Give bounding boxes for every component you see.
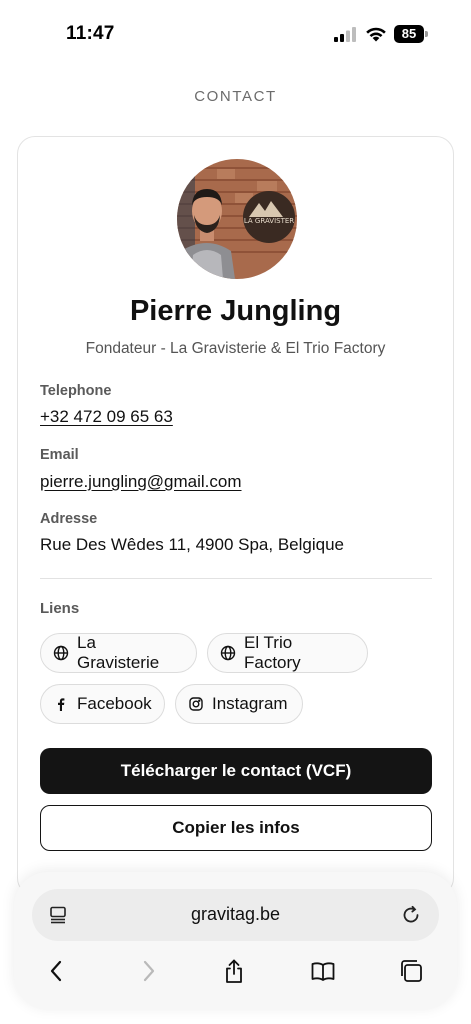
contact-name: Pierre Jungling (129, 295, 342, 327)
instagram-icon (188, 696, 204, 712)
globe-icon (220, 645, 236, 661)
link-label: Facebook (77, 694, 152, 713)
download-vcf-button[interactable]: Télécharger le contact (VCF) (40, 748, 432, 794)
browser-toolbar: gravitag.be (14, 872, 457, 1010)
page-title: CONTACT (194, 88, 277, 105)
back-icon[interactable] (44, 958, 70, 984)
link-instagram[interactable]: Instagram (175, 684, 303, 724)
battery-level: 85 (401, 26, 417, 41)
battery-icon: 85 (394, 25, 428, 43)
contact-card: LA GRAVISTER Pierre Jungling Fondateur -… (17, 136, 454, 896)
facebook-icon (53, 696, 69, 712)
address-value: Rue Des Wêdes 11, 4900 Spa, Belgique (40, 535, 344, 554)
sign-text: LA GRAVISTER (244, 217, 294, 225)
url-text: gravitag.be (190, 904, 281, 924)
email-link[interactable]: pierre.jungling@gmail.com (40, 472, 242, 492)
link-facebook[interactable]: Facebook (40, 684, 165, 724)
globe-icon (53, 645, 69, 661)
status-bar: 11:47 85 (0, 0, 471, 62)
wifi-icon (366, 27, 386, 42)
email-label: Email (40, 447, 79, 463)
tabs-icon[interactable] (398, 958, 424, 984)
telephone-label: Telephone (40, 383, 112, 399)
forward-icon[interactable] (135, 958, 161, 984)
link-label: La Gravisterie (77, 633, 160, 672)
divider (40, 578, 432, 579)
cellular-signal-icon (334, 27, 356, 42)
link-el-trio-factory[interactable]: El Trio Factory (207, 633, 368, 673)
link-label: El Trio Factory (244, 633, 301, 672)
copy-info-button[interactable]: Copier les infos (40, 805, 432, 851)
contact-subtitle: Fondateur - La Gravisterie & El Trio Fac… (85, 340, 386, 357)
status-time: 11:47 (66, 23, 115, 44)
share-icon[interactable] (221, 958, 247, 984)
telephone-link[interactable]: +32 472 09 65 63 (40, 407, 173, 427)
bookmarks-icon[interactable] (310, 958, 336, 984)
address-label: Adresse (40, 511, 98, 527)
reload-icon[interactable] (400, 904, 422, 926)
links-label: Liens (40, 600, 80, 617)
link-la-gravisterie[interactable]: La Gravisterie (40, 633, 197, 673)
avatar: LA GRAVISTER (177, 159, 297, 279)
address-bar[interactable]: gravitag.be (32, 889, 439, 941)
link-label: Instagram (212, 694, 288, 713)
